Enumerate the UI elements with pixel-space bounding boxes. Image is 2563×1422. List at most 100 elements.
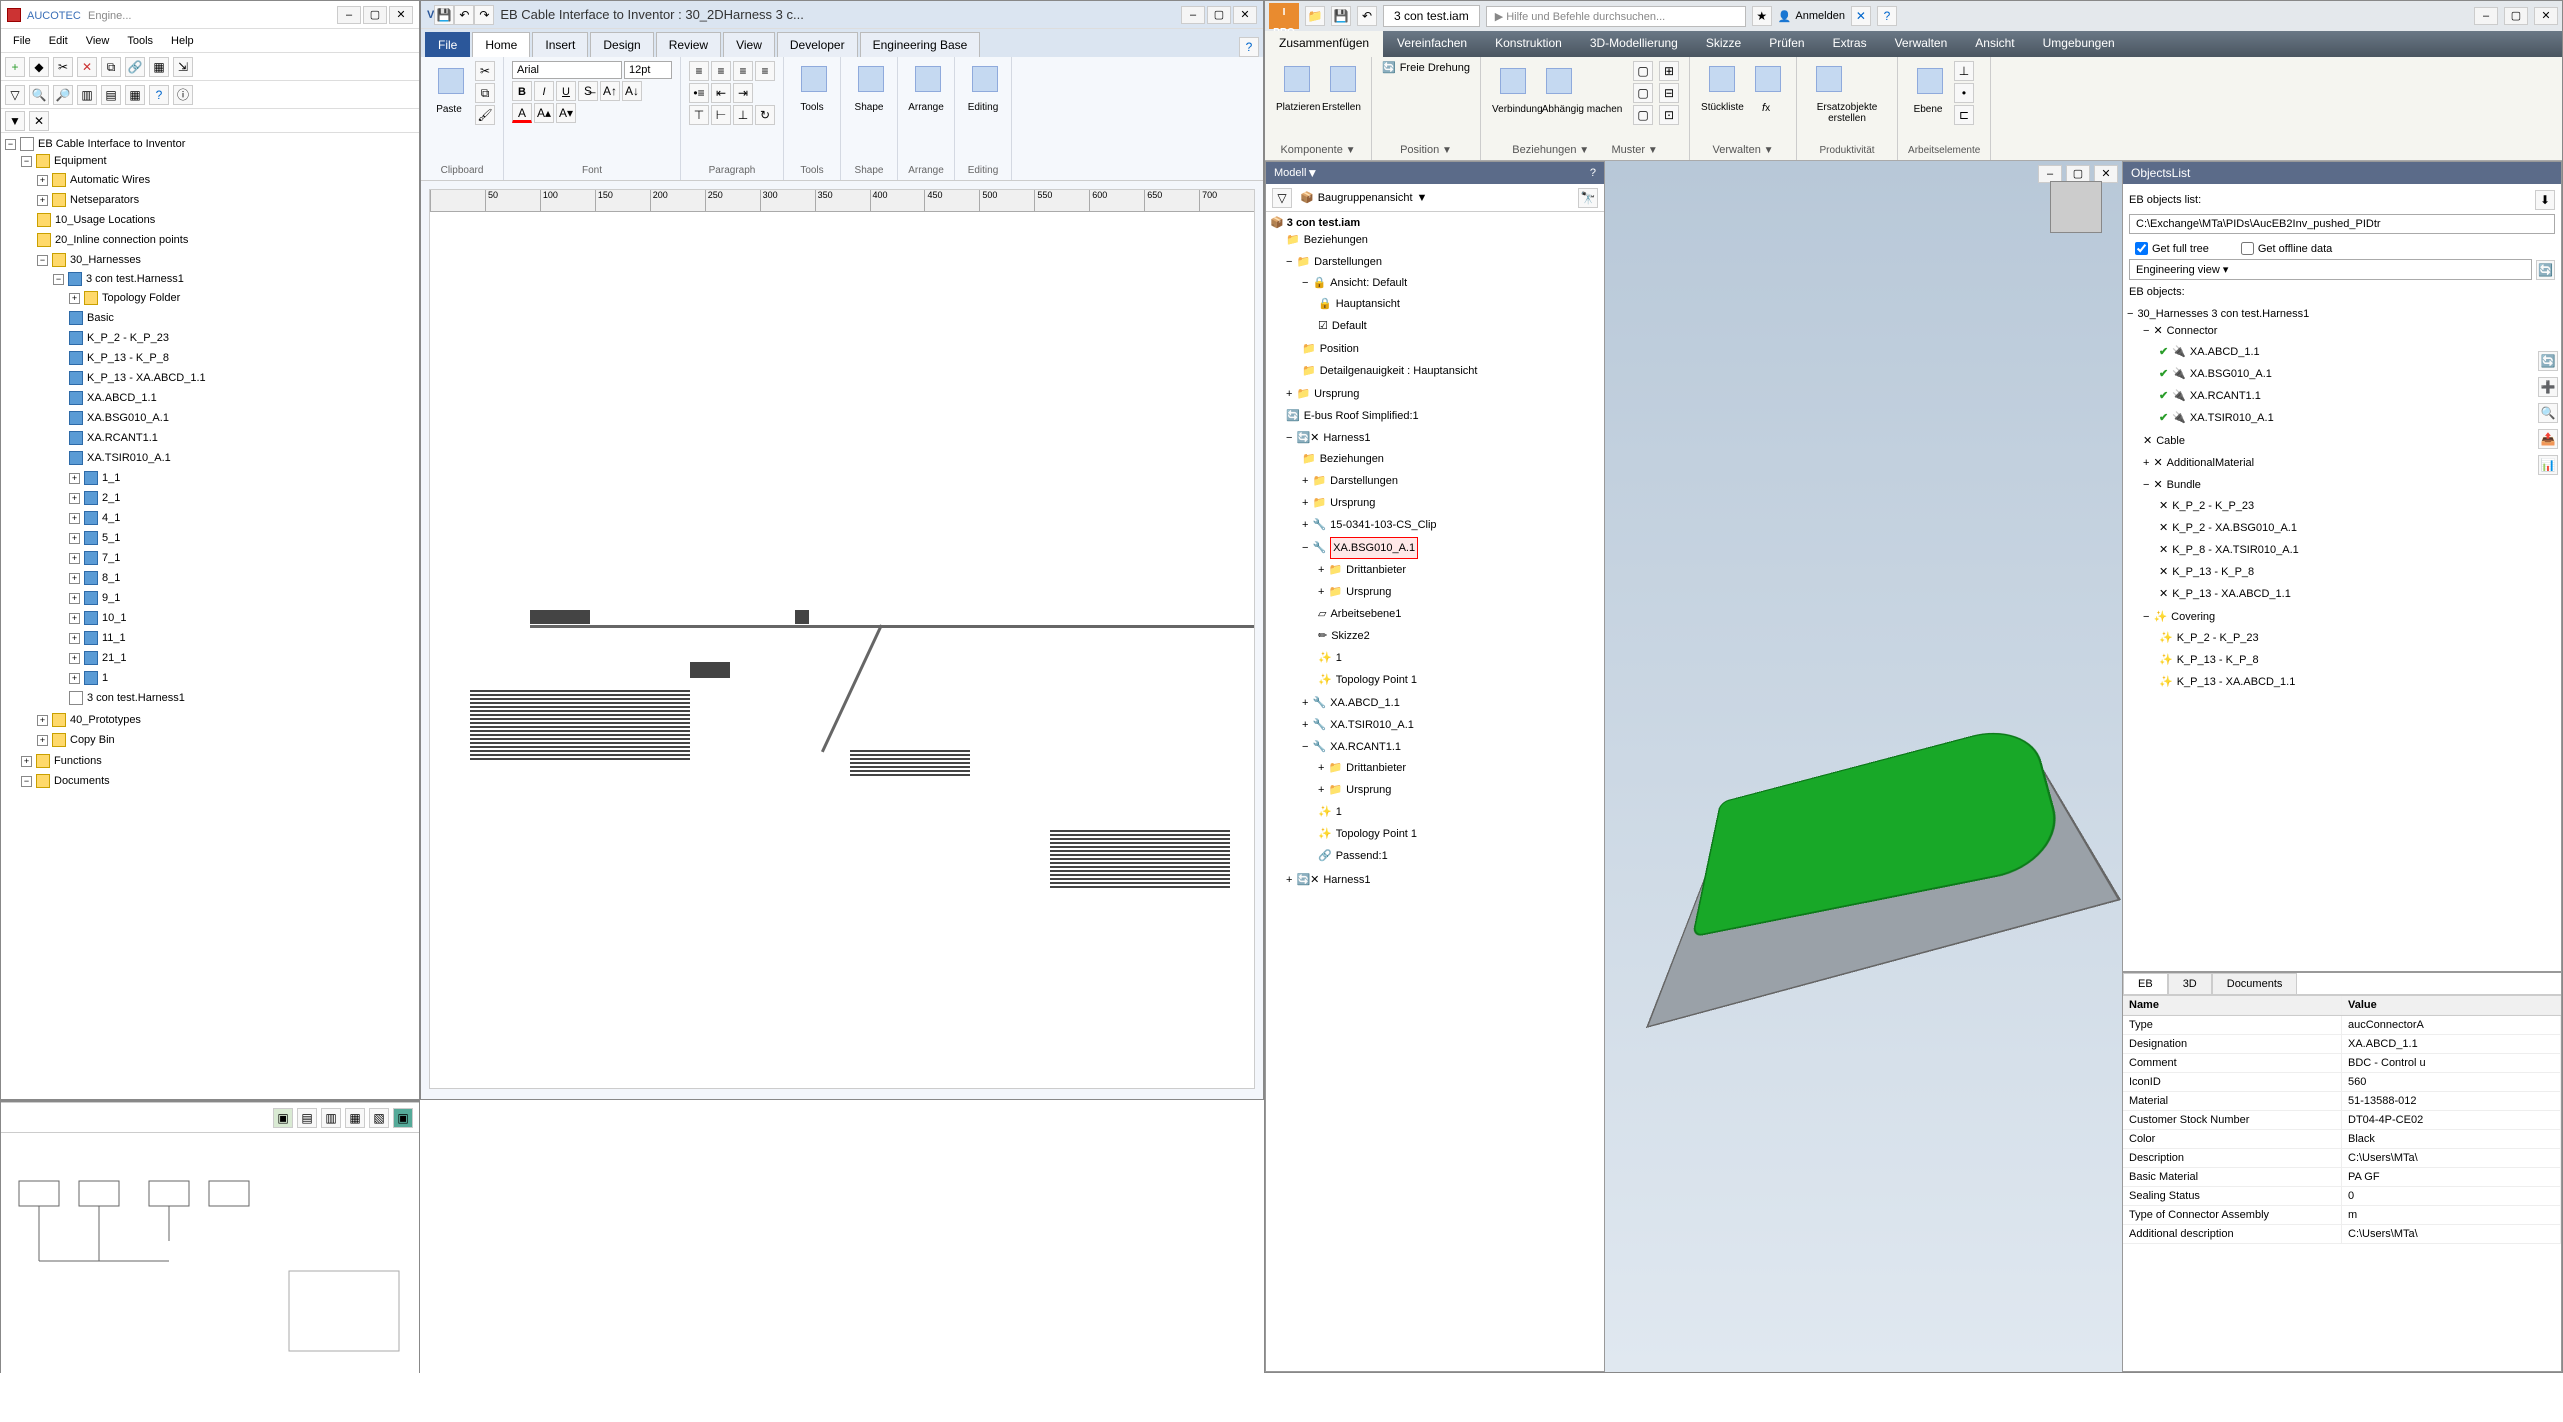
tree-expander[interactable]: − — [1302, 538, 1308, 558]
export-icon[interactable]: ⇲ — [173, 57, 193, 77]
bullets-icon[interactable]: •≡ — [689, 83, 709, 103]
tree-expander[interactable]: + — [69, 513, 80, 524]
prop-value[interactable]: 0 — [2342, 1187, 2561, 1206]
tree-item[interactable]: Ursprung — [1346, 582, 1391, 602]
model-3d[interactable] — [1684, 737, 2044, 917]
tab-konstruktion[interactable]: Konstruktion — [1481, 31, 1576, 57]
tree-item[interactable]: E-bus Roof Simplified:1 — [1304, 406, 1419, 426]
add-icon[interactable]: ◆ — [29, 57, 49, 77]
action-icon[interactable]: 🔄 — [2538, 351, 2558, 371]
erstellen-button[interactable]: Erstellen — [1321, 61, 1361, 121]
get-full-tree-checkbox[interactable]: Get full tree — [2129, 238, 2215, 259]
tree-item[interactable]: Topology Folder — [102, 289, 180, 307]
parameter-button[interactable]: fx — [1746, 61, 1786, 121]
tree-additional[interactable]: AdditionalMaterial — [2167, 453, 2254, 473]
tree-item[interactable]: K_P_13 - K_P_8 — [2177, 650, 2259, 670]
prop-value[interactable]: BDC - Control u — [2342, 1054, 2561, 1073]
tree-item[interactable]: 40_Prototypes — [70, 711, 141, 729]
layout3-icon[interactable]: ▦ — [125, 85, 145, 105]
tree-expander[interactable]: + — [1302, 471, 1308, 491]
tree-expander[interactable]: + — [69, 613, 80, 624]
tree-expander[interactable]: + — [69, 673, 80, 684]
tree-connector[interactable]: Connector — [2167, 321, 2218, 341]
shape-button[interactable]: Shape — [849, 61, 889, 121]
view-select[interactable]: Engineering view ▾ — [2129, 259, 2532, 280]
tab-extras[interactable]: Extras — [1819, 31, 1881, 57]
tree-expander[interactable]: − — [53, 274, 64, 285]
tree-harnesses[interactable]: 30_Harnesses — [70, 251, 141, 269]
indent-left-icon[interactable]: ⇤ — [711, 83, 731, 103]
axis-icon[interactable]: ⊥ — [1954, 61, 1974, 81]
tree-expander[interactable]: + — [1302, 715, 1308, 735]
arrange-button[interactable]: Arrange — [906, 61, 946, 121]
tree-expander[interactable]: − — [5, 139, 16, 150]
tab-documents[interactable]: Documents — [2212, 973, 2298, 994]
download-icon[interactable]: ⬇ — [2535, 190, 2555, 210]
tree-expander[interactable]: + — [69, 573, 80, 584]
tree-item[interactable]: Ursprung — [1330, 493, 1375, 513]
ebene-button[interactable]: Ebene — [1908, 63, 1948, 123]
tools-button[interactable]: Tools — [792, 61, 832, 121]
tree-item[interactable]: 21_1 — [102, 649, 126, 667]
tree-bundle[interactable]: Bundle — [2167, 475, 2201, 495]
tree-item[interactable]: K_P_13 - K_P_8 — [2172, 562, 2254, 582]
prop-value[interactable]: PA GF — [2342, 1168, 2561, 1187]
tree-item[interactable]: 1 — [102, 669, 108, 687]
constraint-icon[interactable]: ▢ — [1633, 105, 1653, 125]
editing-button[interactable]: Editing — [963, 61, 1003, 121]
get-offline-data-checkbox[interactable]: Get offline data — [2235, 238, 2338, 259]
exchange-icon[interactable]: ✕ — [1851, 6, 1871, 26]
tree-item[interactable]: K_P_2 - K_P_23 — [2177, 628, 2259, 648]
star-icon[interactable]: ★ — [1752, 6, 1772, 26]
format-painter-icon[interactable]: 🖌 — [475, 105, 495, 125]
constraint-icon[interactable]: ▢ — [1633, 83, 1653, 103]
valign-mid-icon[interactable]: ⊢ — [711, 105, 731, 125]
tree-item[interactable]: Ansicht: Default — [1330, 273, 1407, 293]
tree-expander[interactable]: + — [69, 633, 80, 644]
tree-expander[interactable]: + — [1302, 515, 1308, 535]
prop-value[interactable]: 51-13588-012 — [2342, 1092, 2561, 1111]
prop-value[interactable]: aucConnectorA — [2342, 1016, 2561, 1035]
tree-covering[interactable]: Covering — [2171, 607, 2215, 627]
menu-edit[interactable]: Edit — [41, 32, 76, 50]
tree-item[interactable]: XA.ABCD_1.1 — [2190, 342, 2260, 362]
align-center-icon[interactable]: ≡ — [711, 61, 731, 81]
stueckliste-button[interactable]: Stückliste — [1700, 61, 1740, 121]
path-input[interactable]: C:\Exchange\MTa\PIDs\AucEB2Inv_pushed_PI… — [2129, 214, 2555, 234]
tree-item[interactable]: K_P_13 - K_P_8 — [87, 349, 169, 367]
tree-expander[interactable]: − — [2143, 607, 2149, 627]
link-icon[interactable]: 🔗 — [125, 57, 145, 77]
tree-item[interactable]: 11_1 — [102, 629, 126, 647]
tree-item[interactable]: 3 con test.Harness1 — [87, 689, 185, 707]
tree-item[interactable]: K_P_13 - XA.ABCD_1.1 — [87, 369, 206, 387]
tab-umgebungen[interactable]: Umgebungen — [2029, 31, 2129, 57]
layout1-icon[interactable]: ▥ — [77, 85, 97, 105]
rotate-text-icon[interactable]: ↻ — [755, 105, 775, 125]
undo-icon[interactable]: ↶ — [454, 5, 474, 25]
tree-item[interactable]: 4_1 — [102, 509, 120, 527]
qat-undo-icon[interactable]: ↶ — [1357, 6, 1377, 26]
tree-item[interactable]: 10_1 — [102, 609, 126, 627]
close-button[interactable]: ✕ — [389, 6, 413, 24]
delete-icon[interactable]: ✕ — [77, 57, 97, 77]
tree-item[interactable]: K_P_13 - XA.ABCD_1.1 — [2177, 672, 2296, 692]
view-icon[interactable]: ▤ — [297, 1108, 317, 1128]
tree-item[interactable]: XA.BSG010_A.1 — [87, 409, 169, 427]
tab-review[interactable]: Review — [656, 32, 721, 57]
filter-icon[interactable]: ▽ — [5, 85, 25, 105]
tree-item-selected[interactable]: XA.BSG010_A.1 — [1330, 537, 1418, 559]
tree-item[interactable]: XA.RCANT1.1 — [2190, 386, 2261, 406]
valign-bot-icon[interactable]: ⊥ — [733, 105, 753, 125]
tree-expander[interactable]: + — [1286, 384, 1292, 404]
view-icon[interactable]: ▧ — [369, 1108, 389, 1128]
increase-font-icon[interactable]: A▴ — [534, 103, 554, 123]
tree-expander[interactable]: + — [1286, 870, 1292, 890]
bold-button[interactable]: B — [512, 81, 532, 101]
tree-item[interactable]: XA.TSIR010_A.1 — [1330, 715, 1414, 735]
tree-root[interactable]: 30_Harnesses 3 con test.Harness1 — [2137, 308, 2309, 320]
tree-item[interactable]: K_P_13 - XA.ABCD_1.1 — [2172, 584, 2291, 604]
tree-item[interactable]: Beziehungen — [1320, 449, 1384, 469]
align-left-icon[interactable]: ≡ — [689, 61, 709, 81]
minimize-button[interactable]: – — [1181, 6, 1205, 24]
view-icon[interactable]: ▣ — [273, 1108, 293, 1128]
